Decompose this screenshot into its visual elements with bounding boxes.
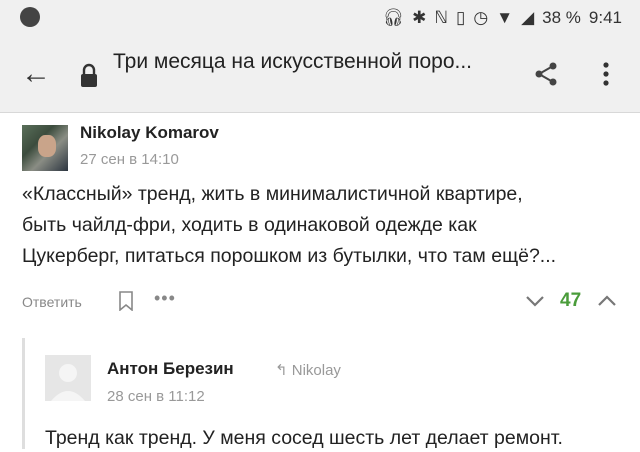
reply-to-link[interactable]: ↰ Nikolay (275, 361, 341, 379)
nfc-icon: ℕ (434, 8, 449, 27)
comment-date[interactable]: 27 сен в 14:10 (80, 151, 179, 168)
vote-up-icon[interactable] (596, 290, 618, 312)
default-avatar-icon (45, 355, 91, 401)
reply-to-name: Nikolay (291, 362, 341, 379)
comment-actions: Ответить ••• 47 (0, 288, 640, 318)
vote-count: 47 (560, 290, 582, 311)
comment-text: «Классный» тренд, жить в минималистичной… (22, 179, 622, 272)
back-arrow-icon[interactable]: ← (18, 56, 54, 92)
alarm-icon: ◷ (473, 8, 489, 27)
notification-icon (20, 7, 40, 27)
battery-level: 38 % (542, 8, 581, 27)
page-title[interactable]: Три месяца на искусственной поро... (113, 50, 513, 74)
avatar-face (38, 135, 56, 157)
vibrate-icon: ▯ (456, 8, 466, 27)
wifi-icon: ▼ (496, 8, 514, 27)
lock-icon (81, 63, 97, 87)
avatar[interactable] (22, 125, 68, 171)
signal-icon: ◢ (521, 8, 535, 27)
share-icon[interactable] (530, 58, 562, 90)
browser-toolbar: ← Три месяца на искусственной поро... (0, 36, 640, 113)
comment-text-line: быть чайлд-фри, ходить в одинаковой одеж… (22, 214, 477, 236)
bookmark-icon[interactable] (118, 291, 134, 311)
clock: 9:41 (588, 8, 622, 27)
headphones-icon: 🎧︎ (382, 8, 405, 27)
comment-author[interactable]: Антон Березин (107, 359, 234, 379)
bluetooth-icon: ✱ (412, 8, 427, 27)
more-vert-icon[interactable] (598, 58, 614, 90)
vote-down-icon[interactable] (524, 290, 546, 312)
status-bar: 🎧︎ ✱ ℕ ▯ ◷ ▼ ◢ 38 % 9:41 (0, 0, 640, 36)
comment-date[interactable]: 28 сен в 11:12 (107, 388, 205, 405)
comment-text: Тренд как тренд. У меня сосед шесть лет … (45, 427, 563, 449)
comment-author[interactable]: Nikolay Komarov (80, 123, 219, 143)
comment-text-line: «Классный» тренд, жить в минималистичной… (22, 183, 523, 205)
reply-comment: Антон Березин ↰ Nikolay 28 сен в 11:12 Т… (22, 338, 640, 449)
avatar[interactable] (45, 355, 91, 401)
more-button[interactable]: ••• (154, 288, 176, 309)
status-icons: 🎧︎ ✱ ℕ ▯ ◷ ▼ ◢ 38 % 9:41 (383, 6, 622, 30)
reply-button[interactable]: Ответить (22, 294, 82, 310)
comment-text-line: Цукерберг, питаться порошком из бутылки,… (22, 245, 557, 267)
reply-arrow-icon: ↰ (275, 362, 288, 379)
